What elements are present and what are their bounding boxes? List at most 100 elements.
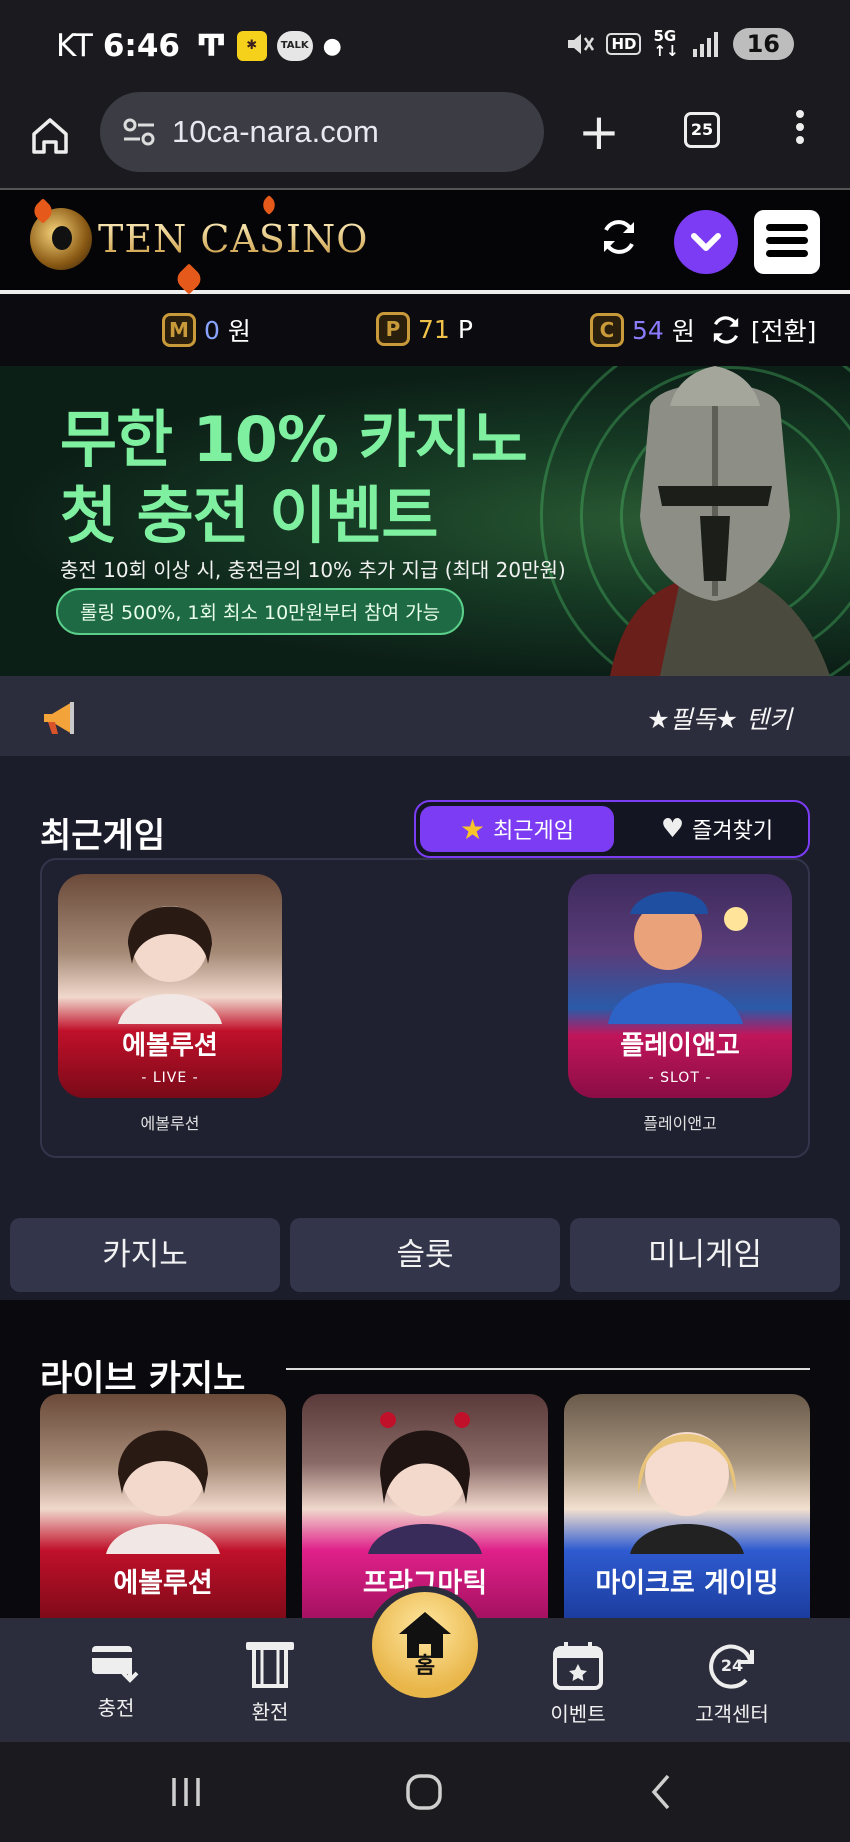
casino-value: 54 (632, 315, 664, 345)
status-bar: KT 6:46 Ͳ ✱ TALK ● HD 5G ↑↓ 16 (0, 0, 850, 92)
card-deposit-icon (92, 1646, 139, 1683)
money-balance: M 0 원 (162, 312, 251, 348)
live-card-microgaming[interactable]: 마이크로 게이밍 (564, 1394, 810, 1624)
atm-withdraw-icon (246, 1642, 294, 1688)
money-unit: 원 (227, 317, 251, 346)
tab-minigame[interactable]: 미니게임 (570, 1218, 840, 1292)
menu-button[interactable] (754, 210, 820, 274)
tab-slot[interactable]: 슬롯 (290, 1218, 560, 1292)
nav-support[interactable]: 24 고객센터 (672, 1640, 792, 1727)
system-icons: HD 5G ↑↓ 16 (566, 28, 794, 60)
dot-icon: ● (322, 33, 342, 59)
megaphone-icon (44, 702, 74, 734)
nav-home-button[interactable]: 홈 (366, 1586, 484, 1704)
browser-menu-button[interactable] (790, 110, 810, 150)
casino-unit: 원 (671, 317, 695, 346)
dealer-portrait-icon (368, 1412, 482, 1554)
banner-subtext: 충전 10회 이상 시, 충전금의 10% 추가 지급 (최대 20만원) (60, 558, 566, 582)
chevron-down-icon (691, 233, 721, 251)
nav-charge-label: 충전 (97, 1696, 135, 1720)
banner-line-2: 첫 충전 이벤트 (60, 479, 438, 552)
hamburger-icon (766, 224, 808, 231)
tab-recent-label: 최근게임 (493, 819, 575, 844)
home-icon[interactable] (28, 114, 72, 158)
tab-recent[interactable]: ★ 최근게임 (420, 806, 614, 852)
category-tabs: 카지노 슬롯 미니게임 (0, 1208, 850, 1300)
nav-event-label: 이벤트 (550, 1702, 606, 1726)
nav-exchange-label: 환전 (251, 1700, 289, 1724)
talk-icon: TALK (276, 31, 313, 61)
heart-icon: ♥ (660, 814, 685, 844)
live-card-evolution[interactable]: 에볼루션 (40, 1394, 286, 1624)
m-coin-icon: M (162, 313, 196, 347)
dealer-portrait-icon (118, 906, 222, 1024)
nav-event[interactable]: 이벤트 (518, 1640, 638, 1727)
money-value: 0 (204, 315, 220, 345)
point-unit: P (457, 314, 473, 344)
banner-headline: 무한 10% 카지노 첫 충전 이벤트 (60, 402, 528, 554)
banner-condition-pill: 롤링 500%, 1회 최소 10만원부터 참여 가능 (56, 588, 465, 635)
hd-icon: HD (606, 33, 642, 55)
url-text[interactable]: 10ca-nara.com (172, 114, 379, 150)
page: KT 6:46 Ͳ ✱ TALK ● HD 5G ↑↓ 16 10ca-nara.… (0, 0, 850, 1842)
notice-text: ★필독★ 텐키 (647, 705, 792, 734)
dealer-portrait-icon (630, 1432, 744, 1554)
section-divider (286, 1368, 810, 1370)
banner-line-1: 무한 10% 카지노 (60, 403, 528, 476)
card-title: 에볼루션 (122, 1031, 218, 1061)
c-coin-icon: C (590, 313, 624, 347)
browser-toolbar: 10ca-nara.com + 25 (0, 92, 850, 188)
card-type: - SLOT - (648, 1070, 712, 1086)
recent-apps-icon[interactable] (166, 1772, 206, 1812)
casino-balance: C 54 원 [전환] (590, 312, 816, 348)
nav-support-label: 고객센터 (695, 1702, 769, 1726)
nav-charge[interactable]: 충전 (56, 1640, 176, 1721)
nav-exchange[interactable]: 환전 (210, 1640, 330, 1725)
signal-icon (692, 32, 718, 57)
section-title: 최근게임 (40, 816, 166, 856)
card-type: - LIVE - (141, 1070, 199, 1086)
character-portrait-icon (608, 891, 748, 1024)
game-caption: 에볼루션 (140, 1114, 200, 1133)
recent-games-list: 에볼루션 - LIVE - 에볼루션 플레이앤고 - SLOT - 플레이앤고 (40, 858, 810, 1158)
game-card-evolution[interactable]: 에볼루션 - LIVE - (58, 874, 282, 1098)
android-nav-bar (0, 1742, 850, 1842)
5g-icon: 5G ↑↓ (653, 27, 679, 60)
back-icon[interactable] (642, 1772, 682, 1812)
live-casino-section: 라이브 카지노 에볼루션 프라그마틱 마이크로 게이밍 (0, 1300, 850, 1624)
tab-switcher-button[interactable]: 25 (684, 112, 720, 148)
card-title: 플레이앤고 (620, 1031, 740, 1061)
nav-home-label: 홈 (414, 1654, 436, 1679)
tab-favorites[interactable]: ♥ 즐겨찾기 (628, 806, 806, 852)
mute-icon (568, 34, 595, 54)
recent-favorite-toggle: ★ 최근게임 ♥ 즐겨찾기 (414, 800, 810, 858)
home-circle-icon[interactable] (404, 1772, 444, 1812)
refresh-icon[interactable] (598, 216, 640, 258)
switch-icon[interactable] (709, 313, 743, 347)
address-bar[interactable]: 10ca-nara.com (100, 92, 544, 172)
knight-illustration-icon (610, 366, 830, 676)
game-card-playngo[interactable]: 플레이앤고 - SLOT - (568, 874, 792, 1098)
site-settings-icon[interactable] (122, 117, 156, 147)
svg-text:24: 24 (721, 1656, 743, 1675)
balance-bar: M 0 원 P 71 P C 54 원 [전환] (0, 294, 850, 366)
dropdown-button[interactable] (674, 210, 738, 274)
logo-text: TEN CASINO (98, 217, 369, 261)
support-24h-icon: 24 (709, 1644, 754, 1689)
point-balance: P 71 P (376, 312, 473, 346)
site-logo[interactable]: TEN CASINO (30, 206, 368, 272)
tab-casino[interactable]: 카지노 (10, 1218, 280, 1292)
tmap-icon: Ͳ (195, 28, 227, 64)
dealer-portrait-icon (106, 1430, 220, 1554)
new-tab-button[interactable]: + (578, 104, 620, 160)
point-value: 71 (418, 314, 450, 344)
site-header: TEN CASINO (0, 188, 850, 295)
battery-indicator: 16 (732, 28, 794, 60)
switch-button[interactable]: [전환] (751, 312, 817, 348)
clock: 6:46 (102, 28, 180, 64)
card-title: 마이크로 게이밍 (595, 1568, 779, 1599)
calendar-star-icon (553, 1642, 603, 1690)
card-title: 에볼루션 (113, 1568, 213, 1599)
notice-bar[interactable]: ★필독★ 텐키 (0, 676, 850, 756)
promo-banner[interactable]: 무한 10% 카지노 첫 충전 이벤트 충전 10회 이상 시, 충전금의 10… (0, 366, 850, 676)
